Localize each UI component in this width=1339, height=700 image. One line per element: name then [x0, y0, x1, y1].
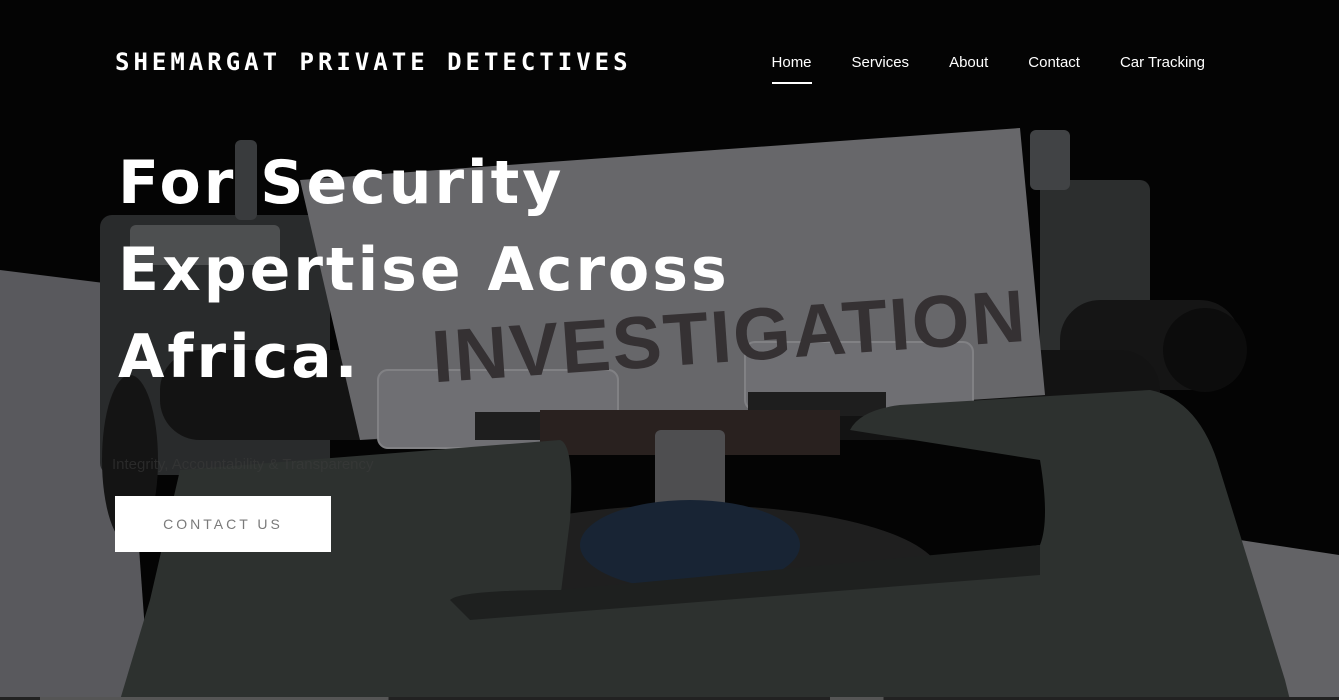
page: INVESTIGATION SHEMARGAT PRIVATE DETECTIV…: [0, 0, 1339, 700]
site-brand-logo[interactable]: SHEMARGAT PRIVATE DETECTIVES: [115, 48, 632, 76]
nav-home-link[interactable]: Home: [771, 54, 812, 84]
nav-services-link[interactable]: Services: [852, 54, 910, 83]
nav-about-link[interactable]: About: [949, 54, 988, 83]
nav-contact-link[interactable]: Contact: [1028, 54, 1080, 83]
hero-title-line-2: Expertise Across: [118, 235, 730, 305]
contact-us-button[interactable]: CONTACT US: [115, 496, 331, 552]
main-navigation: Home Services About Contact Car Tracking: [771, 54, 1205, 84]
hero-title-line-1: For Security: [118, 148, 565, 218]
hero-title-line-3: Africa.: [118, 322, 361, 392]
nav-car-tracking-link[interactable]: Car Tracking: [1120, 54, 1205, 83]
hero-tagline: Integrity, Accountability & Transparency: [112, 456, 374, 473]
hero-title: For Security Expertise Across Africa.: [118, 140, 738, 401]
